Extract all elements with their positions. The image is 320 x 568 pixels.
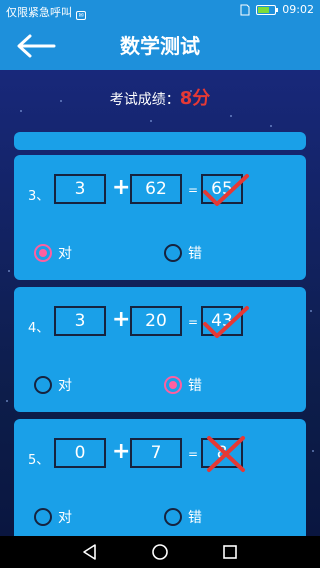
answer-box: 43 xyxy=(201,306,249,338)
radio-button[interactable] xyxy=(164,244,182,262)
option-label: 错 xyxy=(188,510,202,526)
star xyxy=(230,115,232,117)
status-right: 09:02 xyxy=(240,3,314,16)
option-label: 对 xyxy=(58,510,72,526)
question-card: 4、 3 + 20 = 43 对 错 xyxy=(14,287,306,412)
option-label: 错 xyxy=(188,246,202,262)
star xyxy=(270,125,272,127)
question-number: 3、 xyxy=(28,189,50,204)
star xyxy=(150,120,152,122)
star xyxy=(6,400,8,402)
nav-recents-icon[interactable] xyxy=(219,542,241,562)
arrow-left-icon[interactable] xyxy=(14,32,58,60)
radio-button[interactable] xyxy=(164,508,182,526)
cross-mark-icon xyxy=(207,436,245,472)
operator: + xyxy=(112,439,131,464)
radio-button[interactable] xyxy=(164,376,182,394)
option-correct[interactable]: 对 xyxy=(34,243,72,263)
option-wrong[interactable]: 错 xyxy=(164,243,202,263)
equals-sign: = xyxy=(188,315,199,329)
question-number: 5、 xyxy=(28,453,50,468)
nav-home-icon[interactable] xyxy=(149,542,171,562)
operator: + xyxy=(112,175,131,200)
question-card: 5、 0 + 7 = 8 对 错 xyxy=(14,419,306,544)
battery-icon xyxy=(256,4,279,15)
operand-b: 7 xyxy=(130,438,182,468)
equals-sign: = xyxy=(188,183,199,197)
radio-button[interactable] xyxy=(34,244,52,262)
clock-text: 09:02 xyxy=(282,3,314,16)
nav-back-icon[interactable] xyxy=(79,542,101,562)
star xyxy=(8,270,10,272)
operator: + xyxy=(112,307,131,332)
option-label: 错 xyxy=(188,378,202,394)
status-bar: 仅限紧急呼叫 ✉ 09:02 xyxy=(0,0,320,22)
option-label: 对 xyxy=(58,378,72,394)
answer-box: 65 xyxy=(201,174,249,206)
question-number: 4、 xyxy=(28,321,50,336)
option-correct[interactable]: 对 xyxy=(34,375,72,395)
sim-icon xyxy=(240,4,250,15)
system-nav-bar xyxy=(0,536,320,568)
battery-fill xyxy=(258,6,270,13)
status-left: 仅限紧急呼叫 ✉ xyxy=(6,4,86,20)
option-correct[interactable]: 对 xyxy=(34,507,72,527)
option-wrong[interactable]: 错 xyxy=(164,507,202,527)
check-mark-icon xyxy=(203,306,249,338)
notification-icon: ✉ xyxy=(76,11,86,20)
star xyxy=(310,310,312,312)
operand-b: 62 xyxy=(130,174,182,204)
check-mark-icon xyxy=(203,174,249,206)
question-card: 3、 3 + 62 = 65 对 错 xyxy=(14,155,306,280)
option-label: 对 xyxy=(58,246,72,262)
star xyxy=(312,450,314,452)
score-line: 考试成绩：8分 xyxy=(0,84,320,110)
question-card-previous xyxy=(14,132,306,150)
score-label: 考试成绩： xyxy=(109,92,180,108)
star xyxy=(20,110,22,112)
carrier-text: 仅限紧急呼叫 xyxy=(6,6,72,19)
operand-a: 3 xyxy=(54,306,106,336)
radio-button[interactable] xyxy=(34,376,52,394)
operand-b: 20 xyxy=(130,306,182,336)
answer-box: 8 xyxy=(201,436,245,472)
option-wrong[interactable]: 错 xyxy=(164,375,202,395)
equals-sign: = xyxy=(188,447,199,461)
operand-a: 3 xyxy=(54,174,106,204)
radio-button[interactable] xyxy=(34,508,52,526)
score-value: 8分 xyxy=(179,88,211,109)
operand-a: 0 xyxy=(54,438,106,468)
app-bar: 数学测试 xyxy=(0,22,320,70)
